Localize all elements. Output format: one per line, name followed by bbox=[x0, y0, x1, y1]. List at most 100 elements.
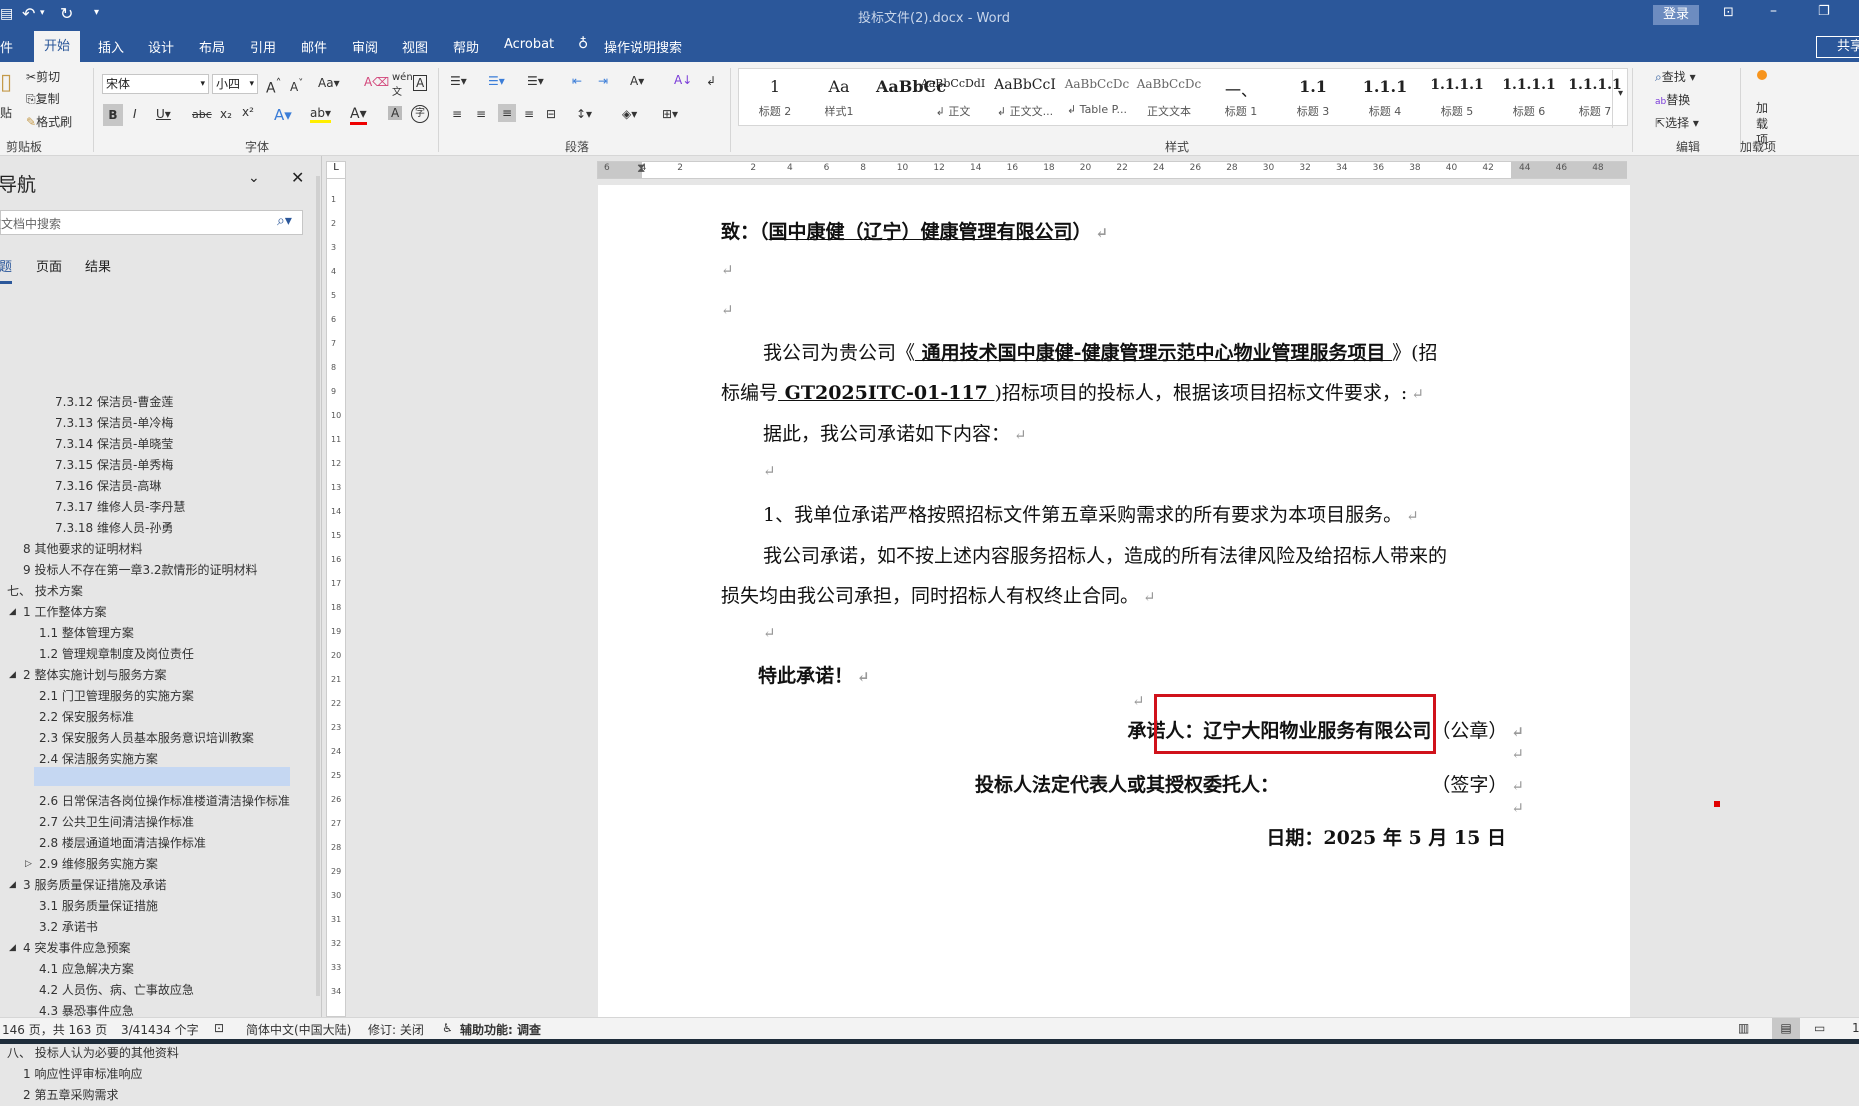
character-border-icon[interactable]: A bbox=[413, 75, 428, 91]
tab-review[interactable]: 审阅 bbox=[348, 37, 382, 56]
find-button[interactable]: ⌕查找 ▾ bbox=[1655, 68, 1696, 85]
proofing-icon[interactable]: ⊡ bbox=[214, 1021, 224, 1035]
nav-heading-item[interactable]: 4.2 人员伤、病、亡事故应急 bbox=[39, 980, 194, 1001]
numbering-icon[interactable]: ☰▾ bbox=[488, 74, 505, 88]
nav-heading-item[interactable]: 1.1 整体管理方案 bbox=[39, 623, 134, 644]
horizontal-ruler[interactable]: 6 4 2 2 4 6 8 10 12 14 16 18 20 22 24 26 28 30 32 34 36 38 40 4… bbox=[597, 161, 1627, 179]
text-effects-button[interactable]: A▾ bbox=[274, 106, 292, 124]
tab-home[interactable]: 开始 bbox=[34, 31, 81, 62]
save-icon[interactable]: ▤ bbox=[0, 6, 13, 22]
nav-heading-item[interactable]: 2.3 保安服务人员基本服务意识培训教案 bbox=[39, 728, 254, 749]
nav-heading-item[interactable]: 3.2 承诺书 bbox=[39, 917, 98, 938]
nav-heading-item[interactable]: 1 响应性评审标准响应 bbox=[23, 1064, 142, 1085]
nav-heading-item[interactable]: 3.1 服务质量保证措施 bbox=[39, 896, 158, 917]
nav-scrollbar[interactable] bbox=[316, 176, 320, 996]
bold-button[interactable]: B bbox=[103, 104, 123, 126]
nav-heading-item[interactable]: 八、 投标人认为必要的其他资料 bbox=[7, 1043, 179, 1064]
nav-tab-pages[interactable]: 页面 bbox=[36, 256, 62, 275]
nav-heading-item[interactable]: 7.3.13 保洁员-单冷梅 bbox=[55, 413, 173, 434]
nav-heading-item[interactable]: 2 第五章采购需求 bbox=[23, 1085, 118, 1106]
format-painter-button[interactable]: ✎格式刷 bbox=[26, 113, 72, 130]
character-shading-button[interactable]: A bbox=[388, 106, 403, 120]
tell-me-search[interactable]: 操作说明搜索 bbox=[604, 37, 682, 56]
nav-tab-headings[interactable]: 标题 bbox=[0, 256, 13, 284]
read-mode-icon[interactable]: ▥ bbox=[1738, 1021, 1749, 1035]
style-style1[interactable]: Aa 样式1 bbox=[803, 69, 875, 125]
collapse-arrow-icon[interactable]: ◢ bbox=[9, 875, 16, 896]
nav-heading-item[interactable]: 2.8 楼层通道地面清洁操作标准 bbox=[39, 833, 206, 854]
nav-heading-item[interactable]: 4 突发事件应急预案 bbox=[23, 938, 130, 959]
nav-heading-item[interactable]: 7.3.15 保洁员-单秀梅 bbox=[55, 455, 173, 476]
nav-heading-item[interactable]: 7.3.18 维修人员-孙勇 bbox=[55, 518, 173, 539]
underline-button[interactable]: U▾ bbox=[156, 107, 171, 121]
align-right-icon[interactable]: ≡ bbox=[498, 104, 517, 122]
strikethrough-button[interactable]: abc bbox=[192, 108, 212, 121]
nav-heading-item[interactable]: 七、 技术方案 bbox=[7, 581, 83, 602]
align-left-icon[interactable]: ≡ bbox=[452, 107, 462, 121]
zoom-level[interactable]: 1 bbox=[1852, 1021, 1859, 1035]
word-count[interactable]: 3/41434 个字 bbox=[121, 1021, 199, 1038]
font-name-select[interactable]: 宋体 ▾ bbox=[102, 74, 209, 94]
replace-button[interactable]: ab替换 bbox=[1655, 91, 1690, 108]
nav-heading-item[interactable]: 2.7 公共卫生间清洁操作标准 bbox=[39, 812, 194, 833]
customize-qat-icon[interactable]: ▾ bbox=[94, 7, 99, 18]
tab-help[interactable]: 帮助 bbox=[449, 37, 483, 56]
cut-button[interactable]: ✂剪切 bbox=[26, 68, 60, 85]
collapse-arrow-icon[interactable]: ◢ bbox=[9, 665, 16, 686]
grow-font-icon[interactable]: A˄ bbox=[266, 76, 281, 97]
change-case-icon[interactable]: Aa▾ bbox=[318, 76, 340, 90]
nav-options-chevron-icon[interactable]: ⌄ bbox=[248, 170, 260, 186]
page-count[interactable]: 146 页，共 163 页 bbox=[2, 1021, 107, 1038]
sort-icon[interactable]: A↓ bbox=[674, 73, 692, 87]
show-marks-icon[interactable]: ↲ bbox=[706, 74, 716, 88]
collapse-arrow-icon[interactable]: ◢ bbox=[9, 938, 16, 959]
login-button[interactable]: 登录 bbox=[1653, 5, 1699, 25]
italic-button[interactable]: I bbox=[133, 107, 137, 121]
style-body-text[interactable]: AaBbCcDc 正文文本 bbox=[1133, 69, 1205, 125]
bullets-icon[interactable]: ☰▾ bbox=[450, 74, 467, 88]
borders-icon[interactable]: ⊞▾ bbox=[662, 107, 678, 121]
style-heading-5[interactable]: 1.1.1.1 标题 5 bbox=[1421, 69, 1493, 125]
style-heading-2[interactable]: 1 标题 2 bbox=[739, 69, 811, 125]
nav-heading-item[interactable]: 1.2 管理规章制度及岗位责任 bbox=[39, 644, 194, 665]
share-button[interactable]: 共享 bbox=[1816, 36, 1859, 58]
phonetic-guide-icon[interactable]: wén 文 bbox=[392, 72, 413, 98]
style-heading-3[interactable]: 1.1 标题 3 bbox=[1277, 69, 1349, 125]
minimize-button[interactable]: – bbox=[1770, 3, 1777, 19]
nav-heading-item[interactable]: 2 整体实施计划与服务方案 bbox=[23, 665, 166, 686]
document-page[interactable]: 致：（国中康健（辽宁）健康管理有限公司） ↵ ↵ ↵ 我公司为贵公司《 通用技术国… bbox=[598, 185, 1630, 1017]
print-layout-icon[interactable]: ▤ bbox=[1772, 1018, 1800, 1039]
nav-heading-item[interactable]: 7.3.14 保洁员-单晓莹 bbox=[55, 434, 173, 455]
align-center-icon[interactable]: ≡ bbox=[476, 107, 486, 121]
nav-search-input[interactable]: 在文档中搜索 ⌕▾ bbox=[0, 210, 303, 235]
nav-heading-item[interactable]: 7.3.12 保洁员-曹金莲 bbox=[55, 392, 173, 413]
nav-heading-item[interactable]: 7.3.17 维修人员-李丹慧 bbox=[55, 497, 185, 518]
tab-layout[interactable]: 布局 bbox=[195, 37, 229, 56]
nav-heading-item[interactable]: 2.1 门卫管理服务的实施方案 bbox=[39, 686, 194, 707]
tab-insert[interactable]: 插入 bbox=[94, 37, 128, 56]
restore-button[interactable]: ❐ bbox=[1818, 4, 1830, 19]
search-icon[interactable]: ⌕▾ bbox=[277, 213, 292, 229]
copy-button[interactable]: ⎘复制 bbox=[26, 90, 60, 107]
web-layout-icon[interactable]: ▭ bbox=[1814, 1021, 1825, 1035]
asian-layout-icon[interactable]: A▾ bbox=[630, 74, 644, 88]
increase-indent-icon[interactable]: ⇥ bbox=[598, 74, 608, 88]
expand-arrow-icon[interactable]: ▷ bbox=[25, 854, 32, 875]
select-button[interactable]: ⇱选择 ▾ bbox=[1655, 114, 1699, 131]
nav-heading-item[interactable]: 2.2 保安服务标准 bbox=[39, 707, 134, 728]
tab-acrobat[interactable]: Acrobat bbox=[500, 37, 558, 52]
font-size-select[interactable]: 小四 ▾ bbox=[212, 74, 258, 94]
ribbon-display-options-icon[interactable]: ⊡ bbox=[1723, 5, 1734, 20]
tab-file[interactable]: 件 bbox=[0, 37, 17, 56]
styles-more-button[interactable]: ▾ bbox=[1612, 70, 1628, 128]
track-changes-status[interactable]: 修订: 关闭 bbox=[368, 1021, 424, 1038]
style-body[interactable]: AaBbCcDdI ↲ 正文 bbox=[917, 69, 989, 125]
style-body-text-indent[interactable]: AaBbCcI ↲ 正文文... bbox=[989, 69, 1061, 125]
style-heading-4[interactable]: 1.1.1 标题 4 bbox=[1349, 69, 1421, 125]
style-table-paragraph[interactable]: AaBbCcDc ↲ Table P... bbox=[1061, 69, 1133, 125]
nav-tab-results[interactable]: 结果 bbox=[85, 256, 111, 275]
nav-heading-item[interactable]: 7.3.16 保洁员-高琳 bbox=[55, 476, 161, 497]
highlight-button[interactable]: ab▾ bbox=[310, 106, 331, 123]
shrink-font-icon[interactable]: A˅ bbox=[290, 78, 303, 94]
multilevel-list-icon[interactable]: ☰▾ bbox=[527, 74, 544, 88]
